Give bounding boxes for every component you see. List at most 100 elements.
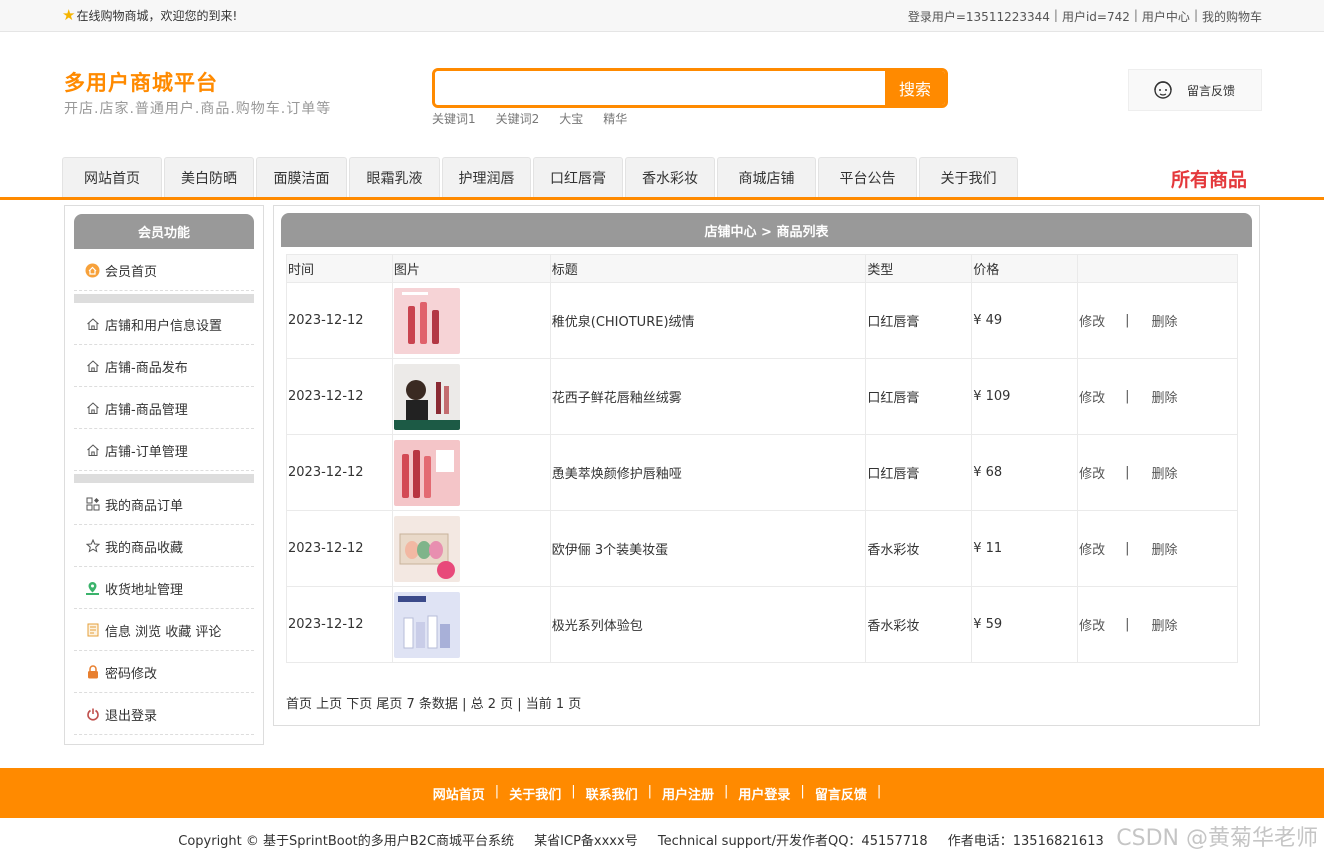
all-goods-link[interactable]: 所有商品 bbox=[1171, 165, 1247, 192]
sidebar-item-label: 密码修改 bbox=[105, 666, 158, 682]
cell-title[interactable]: 恿美萃焕颜修护唇釉哑 bbox=[549, 434, 867, 511]
user-center-link[interactable]: 用户中心 bbox=[1142, 8, 1190, 25]
cell-price: ¥ 11 bbox=[971, 510, 1079, 587]
cell-image bbox=[391, 434, 551, 511]
edit-link[interactable]: 修改 bbox=[1079, 387, 1105, 406]
edit-link[interactable]: 修改 bbox=[1079, 311, 1105, 330]
delete-link[interactable]: 删除 bbox=[1152, 463, 1178, 482]
nav-tab-mask[interactable]: 面膜洁面 bbox=[256, 157, 347, 197]
sidebar-separator bbox=[74, 294, 254, 303]
cell-type: 口红唇膏 bbox=[865, 434, 973, 511]
product-image[interactable] bbox=[393, 439, 460, 506]
cell-title[interactable]: 花西子鲜花唇釉丝绒雾 bbox=[549, 358, 867, 435]
edit-link[interactable]: 修改 bbox=[1079, 463, 1105, 482]
cell-image bbox=[391, 358, 551, 435]
edit-link[interactable]: 修改 bbox=[1079, 615, 1105, 634]
nav-tab-perfume[interactable]: 香水彩妆 bbox=[625, 157, 715, 197]
delete-link[interactable]: 删除 bbox=[1152, 539, 1178, 558]
delete-link[interactable]: 删除 bbox=[1152, 311, 1178, 330]
cell-actions: 修改 | 删除 bbox=[1077, 510, 1238, 587]
column-header: 时间 bbox=[286, 254, 393, 283]
cell-title[interactable]: 欧伊俪 3个装美妆蛋 bbox=[549, 510, 867, 587]
sidebar-item-member-home[interactable]: 会员首页 bbox=[74, 250, 254, 291]
document-icon bbox=[85, 623, 100, 638]
cell-date: 2023-12-12 bbox=[286, 510, 393, 587]
delete-link[interactable]: 删除 bbox=[1152, 615, 1178, 634]
nav-tab-notice[interactable]: 平台公告 bbox=[818, 157, 917, 197]
sidebar-item-address[interactable]: 收货地址管理 bbox=[74, 568, 254, 609]
footer-link-login[interactable]: 用户登录 bbox=[738, 784, 790, 803]
nav-tab-eye-cream[interactable]: 眼霜乳液 bbox=[349, 157, 440, 197]
sidebar-item-label: 收货地址管理 bbox=[105, 582, 184, 598]
cell-type: 口红唇膏 bbox=[865, 358, 973, 435]
product-image[interactable] bbox=[393, 363, 460, 430]
product-image[interactable] bbox=[393, 515, 460, 582]
sidebar-item-manage-orders[interactable]: 店铺-订单管理 bbox=[74, 430, 254, 471]
sidebar-item-logout[interactable]: 退出登录 bbox=[74, 694, 254, 735]
hotword-link[interactable]: 关键词1 bbox=[432, 110, 476, 127]
hotword-link[interactable]: 关键词2 bbox=[496, 110, 540, 127]
sidebar-item-label: 信息 浏览 收藏 评论 bbox=[105, 624, 222, 640]
grid-icon bbox=[85, 497, 100, 512]
phone-text: 作者电话：13516821613 bbox=[947, 834, 1104, 849]
footer-link-home[interactable]: 网站首页 bbox=[433, 784, 485, 803]
login-user-link[interactable]: 登录用户=13511223344 bbox=[908, 8, 1050, 25]
site-subtitle: 开店.店家.普通用户.商品.购物车.订单等 bbox=[64, 101, 332, 117]
sidebar-item-label: 店铺-商品发布 bbox=[105, 360, 188, 376]
goods-list-panel: 店铺中心 > 商品列表 时间 图片 标题 类型 价格 2023-12-12 稚优… bbox=[273, 205, 1260, 726]
feedback-label: 留言反馈 bbox=[1187, 83, 1236, 98]
product-image[interactable] bbox=[393, 591, 460, 658]
lock-icon bbox=[85, 665, 100, 680]
my-cart-link[interactable]: 我的购物车 bbox=[1202, 8, 1262, 25]
copyright-text: Copyright © 基于SprintBoot的多用户B2C商城平台系统 bbox=[178, 834, 515, 849]
sidebar-item-manage-goods[interactable]: 店铺-商品管理 bbox=[74, 388, 254, 429]
nav-tab-home[interactable]: 网站首页 bbox=[62, 157, 162, 197]
sidebar-item-label: 店铺和用户信息设置 bbox=[105, 318, 223, 334]
sidebar-item-messages[interactable]: 信息 浏览 收藏 评论 bbox=[74, 610, 254, 651]
edit-link[interactable]: 修改 bbox=[1079, 539, 1105, 558]
pagination[interactable]: 首页 上页 下页 尾页 7 条数据 | 总 2 页 | 当前 1 页 bbox=[286, 693, 581, 712]
sidebar-item-store-settings[interactable]: 店铺和用户信息设置 bbox=[74, 304, 254, 345]
top-bar: ★ 在线购物商城，欢迎您的到来! 登录用户=13511223344 | 用户id… bbox=[0, 0, 1324, 32]
cell-date: 2023-12-12 bbox=[286, 586, 393, 663]
nav-divider bbox=[0, 197, 1324, 200]
cell-type: 口红唇膏 bbox=[865, 282, 973, 359]
star-icon: ★ bbox=[62, 6, 76, 24]
column-header: 标题 bbox=[549, 254, 867, 283]
cell-title[interactable]: 极光系列体验包 bbox=[549, 586, 867, 663]
separator: | bbox=[1193, 8, 1198, 22]
nav-tab-stores[interactable]: 商城店铺 bbox=[717, 157, 816, 197]
product-image[interactable] bbox=[393, 287, 460, 354]
cell-price: ¥ 59 bbox=[971, 586, 1079, 663]
search-button[interactable]: 搜索 bbox=[885, 71, 945, 105]
action-separator: | bbox=[1125, 465, 1130, 480]
sidebar-item-password[interactable]: 密码修改 bbox=[74, 652, 254, 693]
sidebar-item-label: 退出登录 bbox=[105, 708, 158, 724]
home-circle-icon bbox=[85, 263, 100, 278]
footer-link-about[interactable]: 关于我们 bbox=[509, 784, 561, 803]
hotword-link[interactable]: 大宝 bbox=[559, 110, 583, 127]
hotword-link[interactable]: 精华 bbox=[603, 110, 627, 127]
user-id-link[interactable]: 用户id=742 bbox=[1062, 8, 1130, 25]
separator: | bbox=[800, 783, 805, 799]
nav-tab-lipstick[interactable]: 口红唇膏 bbox=[533, 157, 623, 197]
separator: | bbox=[494, 783, 500, 799]
footer-link-feedback[interactable]: 留言反馈 bbox=[815, 784, 867, 803]
delete-link[interactable]: 删除 bbox=[1152, 387, 1178, 406]
cell-actions: 修改 | 删除 bbox=[1077, 586, 1238, 663]
nav-tab-lip-care[interactable]: 护理润唇 bbox=[442, 157, 531, 197]
sidebar-item-favorites[interactable]: 我的商品收藏 bbox=[74, 526, 254, 567]
nav-tab-about[interactable]: 关于我们 bbox=[919, 157, 1018, 197]
nav-tab-whitening[interactable]: 美白防晒 bbox=[164, 157, 254, 197]
panel-title: 店铺中心 > 商品列表 bbox=[281, 213, 1252, 247]
cell-price: ¥ 109 bbox=[971, 358, 1079, 435]
cell-image bbox=[391, 282, 551, 359]
feedback-button[interactable]: 留言反馈 bbox=[1128, 69, 1262, 111]
cell-title[interactable]: 稚优泉(CHIOTURE)绒情 bbox=[549, 282, 867, 359]
footer-link-contact[interactable]: 联系我们 bbox=[586, 784, 638, 803]
footer-link-register[interactable]: 用户注册 bbox=[662, 784, 714, 803]
sidebar-item-publish-goods[interactable]: 店铺-商品发布 bbox=[74, 346, 254, 387]
search-input[interactable] bbox=[435, 71, 885, 105]
site-title[interactable]: 多用户商城平台 bbox=[64, 67, 218, 97]
sidebar-item-my-orders[interactable]: 我的商品订单 bbox=[74, 484, 254, 525]
